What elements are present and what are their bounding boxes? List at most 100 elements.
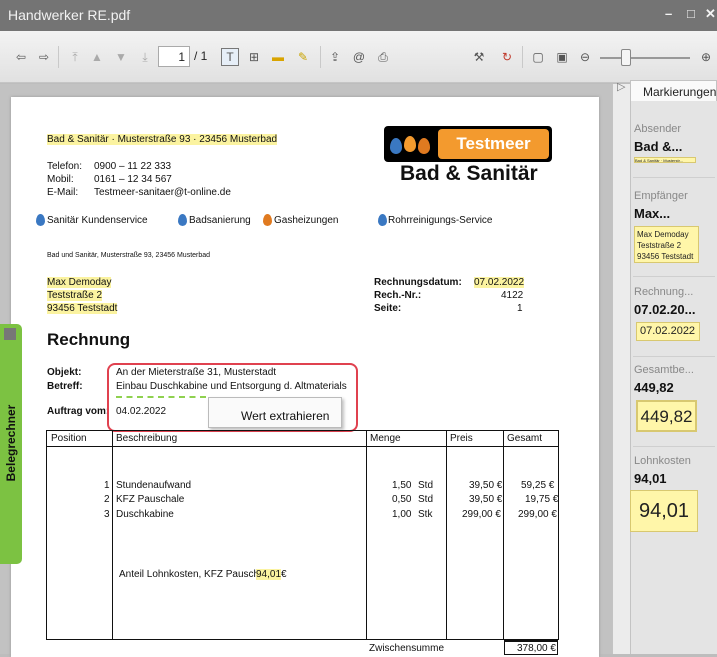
col-header-price: Preis <box>450 433 473 444</box>
marker-thumbnail[interactable]: 07.02.2022 <box>636 322 700 341</box>
export-icon[interactable]: ⇪ <box>326 48 344 66</box>
phone-label: Telefon: <box>47 161 83 172</box>
return-address: Bad und Sanitär, Musterstraße 93, 23456 … <box>47 252 211 259</box>
logo-brand: Testmeer <box>438 129 549 159</box>
fit-page-icon[interactable]: ▣ <box>553 48 571 66</box>
print-icon[interactable]: ⎙ <box>374 48 392 66</box>
settings-icon[interactable]: ⚒ <box>470 48 488 66</box>
table-row-price: 299,00 € <box>462 509 501 520</box>
table-row-price: 39,50 € <box>469 480 503 491</box>
table-row-quantity: 0,50 <box>392 494 412 505</box>
tab-markierungen[interactable]: Markierungen <box>630 80 717 101</box>
col-header-position: Position <box>51 433 87 444</box>
table-row-total: 299,00 € <box>518 509 557 520</box>
table-row-position: 3 <box>104 509 110 520</box>
context-menu-extract-value[interactable]: Wert extrahieren <box>208 397 342 428</box>
rotate-icon[interactable]: ↻ <box>498 48 516 66</box>
document-heading: Rechnung <box>47 330 131 349</box>
page-total: / 1 <box>194 49 208 63</box>
marker-value[interactable]: Bad &... <box>634 139 682 154</box>
snapshot-icon[interactable]: ⊞ <box>245 48 263 66</box>
labor-note-value[interactable]: 94,01 <box>256 569 282 580</box>
column-divider <box>503 431 504 639</box>
invoice-date-value: 07.02.2022 <box>474 277 525 288</box>
belegrechner-tab[interactable]: Belegrechner <box>0 324 22 564</box>
previous-page-icon[interactable]: ▲ <box>88 48 106 66</box>
subtotal-value: 378,00 € <box>517 643 556 654</box>
phone-value: 0900 – 11 22 333 <box>94 161 172 172</box>
single-page-icon[interactable]: ▢ <box>529 48 547 66</box>
marker-value[interactable]: 94,01 <box>634 471 667 486</box>
subtotal-label: Zwischensumme <box>369 643 445 654</box>
recipient-city: 93456 Teststadt <box>47 303 118 314</box>
page-number-input[interactable]: 1 <box>158 46 190 67</box>
flame-icon <box>404 136 416 152</box>
marker-label: Rechnung... <box>634 286 694 298</box>
calculator-icon <box>4 328 16 340</box>
back-icon[interactable]: ⇦ <box>12 48 30 66</box>
next-page-icon[interactable]: ▼ <box>112 48 130 66</box>
invoice-number-label: Rech.-Nr.: <box>374 290 422 301</box>
marker-divider <box>633 446 715 447</box>
table-row-total: 59,25 € <box>521 480 555 491</box>
marker-thumbnail[interactable]: 449,82 <box>636 400 697 432</box>
auftrag-label: Auftrag vom: <box>47 406 110 417</box>
col-header-description: Beschreibung <box>116 433 178 444</box>
toolbar-divider <box>320 46 321 68</box>
highlighter-icon[interactable]: ✎ <box>294 48 312 66</box>
service-item: Rohrreinigungs-Service <box>388 215 493 226</box>
table-row-unit: Stk <box>418 509 433 520</box>
zoom-in-icon[interactable]: ⊕ <box>697 48 715 66</box>
marker-divider <box>633 177 715 178</box>
last-page-icon[interactable]: ⤓ <box>136 48 154 66</box>
marker-thumbnail[interactable]: Bad & Sanitär · Musterstr... <box>634 157 696 163</box>
email-icon[interactable]: @ <box>350 48 368 66</box>
markierungen-panel <box>630 101 717 654</box>
thumb-line: Teststraße 2 <box>637 241 682 250</box>
marker-thumbnail[interactable]: Max Demoday Teststraße 2 93456 Teststadt <box>634 226 699 263</box>
comment-icon[interactable]: ▬ <box>269 48 287 66</box>
maximize-button[interactable]: □ <box>687 6 695 21</box>
table-row-position: 1 <box>104 480 110 491</box>
toolbar-divider <box>522 46 523 68</box>
mobile-label: Mobil: <box>47 174 74 185</box>
close-button[interactable]: ✕ <box>705 6 716 22</box>
sender-line: Bad & Sanitär · Musterstraße 93 · 23456 … <box>47 134 278 145</box>
text-select-tool-icon[interactable]: T <box>221 48 239 66</box>
recipient-name: Max Demoday <box>47 277 112 288</box>
marker-value[interactable]: 449,82 <box>634 380 674 395</box>
service-item: Badsanierung <box>189 215 251 226</box>
window-title: Handwerker RE.pdf <box>8 7 131 23</box>
forward-icon[interactable]: ⇨ <box>35 48 53 66</box>
labor-note-currency: € <box>281 569 287 580</box>
table-row-quantity: 1,50 <box>392 480 412 491</box>
marker-label: Gesamtbe... <box>634 364 694 376</box>
marker-value[interactable]: Max... <box>634 206 670 221</box>
selection-underline <box>116 396 206 398</box>
chevron-right-icon[interactable]: ▷ <box>617 80 625 93</box>
service-item: Gasheizungen <box>274 215 339 226</box>
email-label: E-Mail: <box>47 187 79 198</box>
flame-icon <box>418 138 430 154</box>
marker-value[interactable]: 07.02.20... <box>634 302 695 317</box>
marker-label: Empfänger <box>634 190 688 202</box>
zoom-slider-thumb[interactable] <box>621 49 631 66</box>
marker-thumbnail[interactable]: 94,01 <box>630 490 698 532</box>
email-value: Testmeer-sanitaer@t-online.de <box>94 187 231 198</box>
belegrechner-label: Belegrechner <box>4 404 18 482</box>
zoom-slider-track[interactable] <box>600 57 690 59</box>
toolbar-divider <box>58 46 59 68</box>
minimize-button[interactable]: – <box>665 6 672 21</box>
mobile-value: 0161 – 12 34 567 <box>94 174 172 185</box>
betreff-label: Betreff: <box>47 381 83 392</box>
table-row-position: 2 <box>104 494 110 505</box>
page-value: 1 <box>517 303 523 314</box>
marker-divider <box>633 356 715 357</box>
table-row-quantity: 1,00 <box>392 509 412 520</box>
col-header-total: Gesamt <box>507 433 543 444</box>
table-row-description: Duschkabine <box>116 509 174 520</box>
panel-collapse-strip[interactable]: ▷ <box>612 81 630 654</box>
zoom-out-icon[interactable]: ⊖ <box>576 48 594 66</box>
first-page-icon[interactable]: ⤒ <box>66 48 84 66</box>
flame-icon <box>263 214 272 226</box>
